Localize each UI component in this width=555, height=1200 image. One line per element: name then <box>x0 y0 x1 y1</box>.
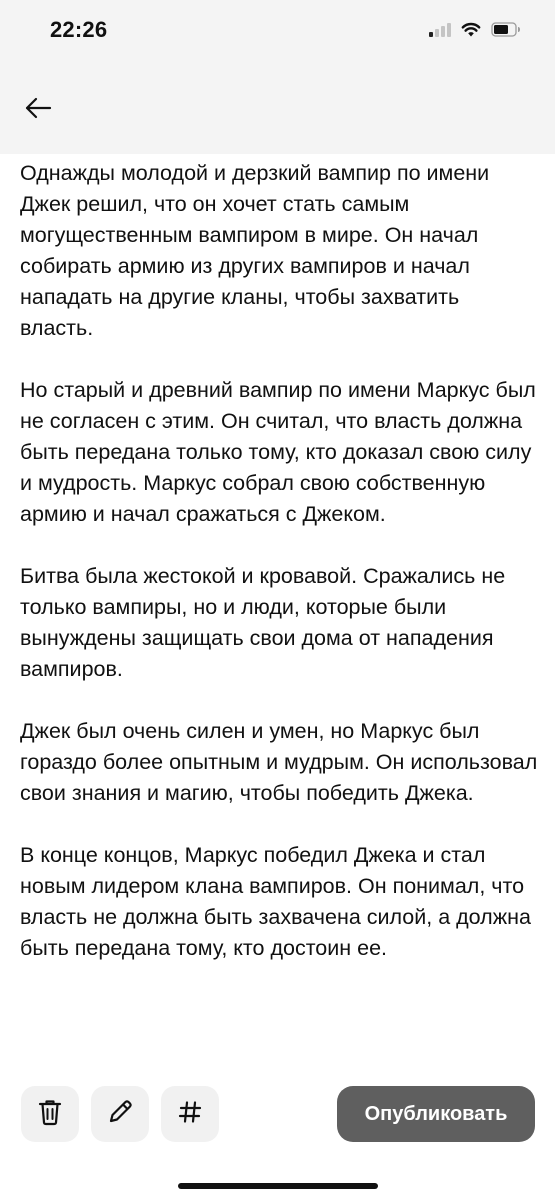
delete-button[interactable] <box>21 1086 79 1142</box>
paragraph: Джек был очень силен и умен, но Маркус б… <box>20 719 538 805</box>
post-text: Однажды молодой и дерзкий вампир по имен… <box>20 158 538 995</box>
top-bar: 22:26 <box>0 0 555 154</box>
hashtag-icon <box>178 1100 202 1129</box>
paragraph: В конце концов, Маркус победил Джека и с… <box>20 843 531 960</box>
pencil-icon <box>107 1099 133 1130</box>
back-button[interactable] <box>18 92 58 128</box>
paragraph: Но старый и древний вампир по имени Марк… <box>20 378 536 526</box>
paragraph: Однажды молодой и дерзкий вампир по имен… <box>20 161 490 340</box>
status-icons <box>429 22 521 37</box>
wifi-icon <box>461 22 481 37</box>
arrow-left-icon <box>24 97 52 124</box>
paragraph: Битва была жестокой и кровавой. Сражалис… <box>20 564 506 681</box>
trash-icon <box>37 1098 63 1131</box>
battery-icon <box>491 22 521 37</box>
status-time: 22:26 <box>50 17 108 42</box>
bottom-toolbar: Опубликовать <box>0 1082 555 1146</box>
hashtag-button[interactable] <box>161 1086 219 1142</box>
edit-button[interactable] <box>91 1086 149 1142</box>
home-indicator <box>178 1183 378 1189</box>
publish-button[interactable]: Опубликовать <box>337 1086 535 1142</box>
cellular-signal-icon <box>429 22 451 37</box>
